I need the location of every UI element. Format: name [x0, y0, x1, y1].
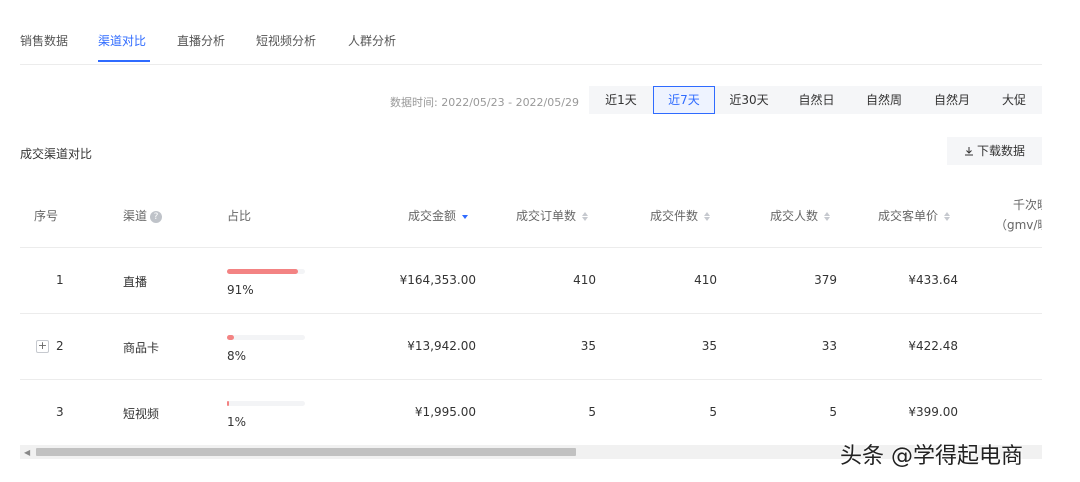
dashboard-frame: 销售数据 渠道对比 直播分析 短视频分析 人群分析 数据时间: 2022/05/… — [0, 0, 1042, 482]
range-1-day[interactable]: 近1天 — [589, 86, 653, 114]
col-header-channel-label: 渠道 — [123, 209, 148, 223]
share-bar — [227, 335, 305, 340]
row-gmv: ¥1,995.00 — [414, 405, 476, 419]
share-bar-fill — [227, 335, 234, 340]
sort-icon[interactable] — [944, 212, 951, 221]
range-7-days[interactable]: 近7天 — [653, 86, 715, 114]
row-items: 5 — [709, 405, 717, 419]
col-header-gmv[interactable]: 成交金额 — [408, 207, 469, 224]
col-header-items-label: 成交件数 — [650, 209, 699, 223]
col-header-channel: 渠道? — [123, 207, 163, 224]
share-bar — [227, 269, 305, 274]
section-title: 成交渠道对比 — [20, 147, 93, 161]
row-divider — [20, 247, 1042, 248]
range-natural-month[interactable]: 自然月 — [918, 86, 986, 114]
col-header-orders-label: 成交订单数 — [516, 209, 577, 223]
row-channel: 短视频 — [123, 407, 160, 421]
question-circle-icon[interactable]: ? — [150, 210, 163, 223]
tab-channel-compare[interactable]: 渠道对比 — [98, 32, 146, 49]
col-header-aov-label: 成交客单价 — [878, 209, 939, 223]
row-orders: 35 — [580, 339, 596, 353]
col-header-items[interactable]: 成交件数 — [650, 207, 711, 224]
row-divider — [20, 313, 1042, 314]
sort-icon[interactable] — [824, 212, 831, 221]
tab-audience-analysis[interactable]: 人群分析 — [348, 32, 396, 49]
row-index: 1 — [56, 273, 64, 287]
row-channel: 商品卡 — [123, 341, 160, 355]
row-index: 3 — [56, 405, 64, 419]
row-channel: 直播 — [123, 275, 148, 289]
row-aov: ¥433.64 — [908, 273, 958, 287]
col-header-gmv-label: 成交金额 — [408, 209, 457, 223]
sort-icon[interactable] — [582, 212, 589, 221]
sort-icon[interactable] — [704, 212, 711, 221]
col-header-buyers[interactable]: 成交人数 — [770, 207, 831, 224]
download-icon — [964, 147, 973, 156]
share-bar-fill — [227, 401, 229, 406]
row-gmv: ¥164,353.00 — [399, 273, 476, 287]
download-data-button[interactable]: 下载数据 — [947, 137, 1042, 165]
data-time-range: 数据时间: 2022/05/23 - 2022/05/29 — [390, 96, 579, 109]
tab-sales-data[interactable]: 销售数据 — [20, 32, 68, 49]
col-header-index: 序号 — [34, 209, 59, 223]
row-share-label: 91% — [227, 283, 254, 297]
range-30-days[interactable]: 近30天 — [715, 86, 783, 114]
analysis-tabs: 销售数据 渠道对比 直播分析 短视频分析 人群分析 — [20, 30, 1042, 65]
scrollbar-thumb[interactable] — [36, 448, 576, 456]
row-index: 2 — [56, 339, 64, 353]
col-header-aov[interactable]: 成交客单价 — [878, 207, 951, 224]
row-buyers: 379 — [814, 273, 837, 287]
row-orders: 5 — [588, 405, 596, 419]
col-header-orders[interactable]: 成交订单数 — [516, 207, 589, 224]
expand-row-icon[interactable]: + — [36, 340, 49, 353]
download-data-label: 下载数据 — [976, 144, 1025, 158]
scroll-left-icon[interactable]: ◀ — [24, 448, 30, 457]
row-aov: ¥399.00 — [908, 405, 958, 419]
col-header-gpm-line1: 千次曝 — [1013, 198, 1042, 212]
col-header-gpm: 千次曝 （gmv/曝 — [995, 195, 1042, 235]
row-aov: ¥422.48 — [908, 339, 958, 353]
col-header-buyers-label: 成交人数 — [770, 209, 819, 223]
active-tab-indicator — [98, 60, 150, 62]
row-buyers: 33 — [821, 339, 837, 353]
tab-short-video-analysis[interactable]: 短视频分析 — [256, 32, 316, 49]
range-promotion[interactable]: 大促 — [986, 86, 1042, 114]
row-share-label: 1% — [227, 415, 247, 429]
row-buyers: 5 — [829, 405, 837, 419]
row-orders: 410 — [573, 273, 596, 287]
col-header-gpm-line2: （gmv/曝 — [995, 218, 1042, 232]
col-header-share: 占比 — [227, 209, 252, 223]
watermark: 头条 @学得起电商 — [840, 444, 1023, 469]
row-share-label: 8% — [227, 349, 247, 363]
share-bar — [227, 401, 305, 406]
row-items: 410 — [694, 273, 717, 287]
row-divider — [20, 379, 1042, 380]
sort-desc-icon[interactable] — [462, 214, 469, 219]
row-gmv: ¥13,942.00 — [407, 339, 476, 353]
range-natural-day[interactable]: 自然日 — [783, 86, 850, 114]
row-items: 35 — [701, 339, 717, 353]
time-range-selector: 近1天 近7天 近30天 自然日 自然周 自然月 大促 — [589, 86, 1042, 114]
range-natural-week[interactable]: 自然周 — [850, 86, 918, 114]
share-bar-fill — [227, 269, 298, 274]
tab-live-analysis[interactable]: 直播分析 — [177, 32, 225, 49]
